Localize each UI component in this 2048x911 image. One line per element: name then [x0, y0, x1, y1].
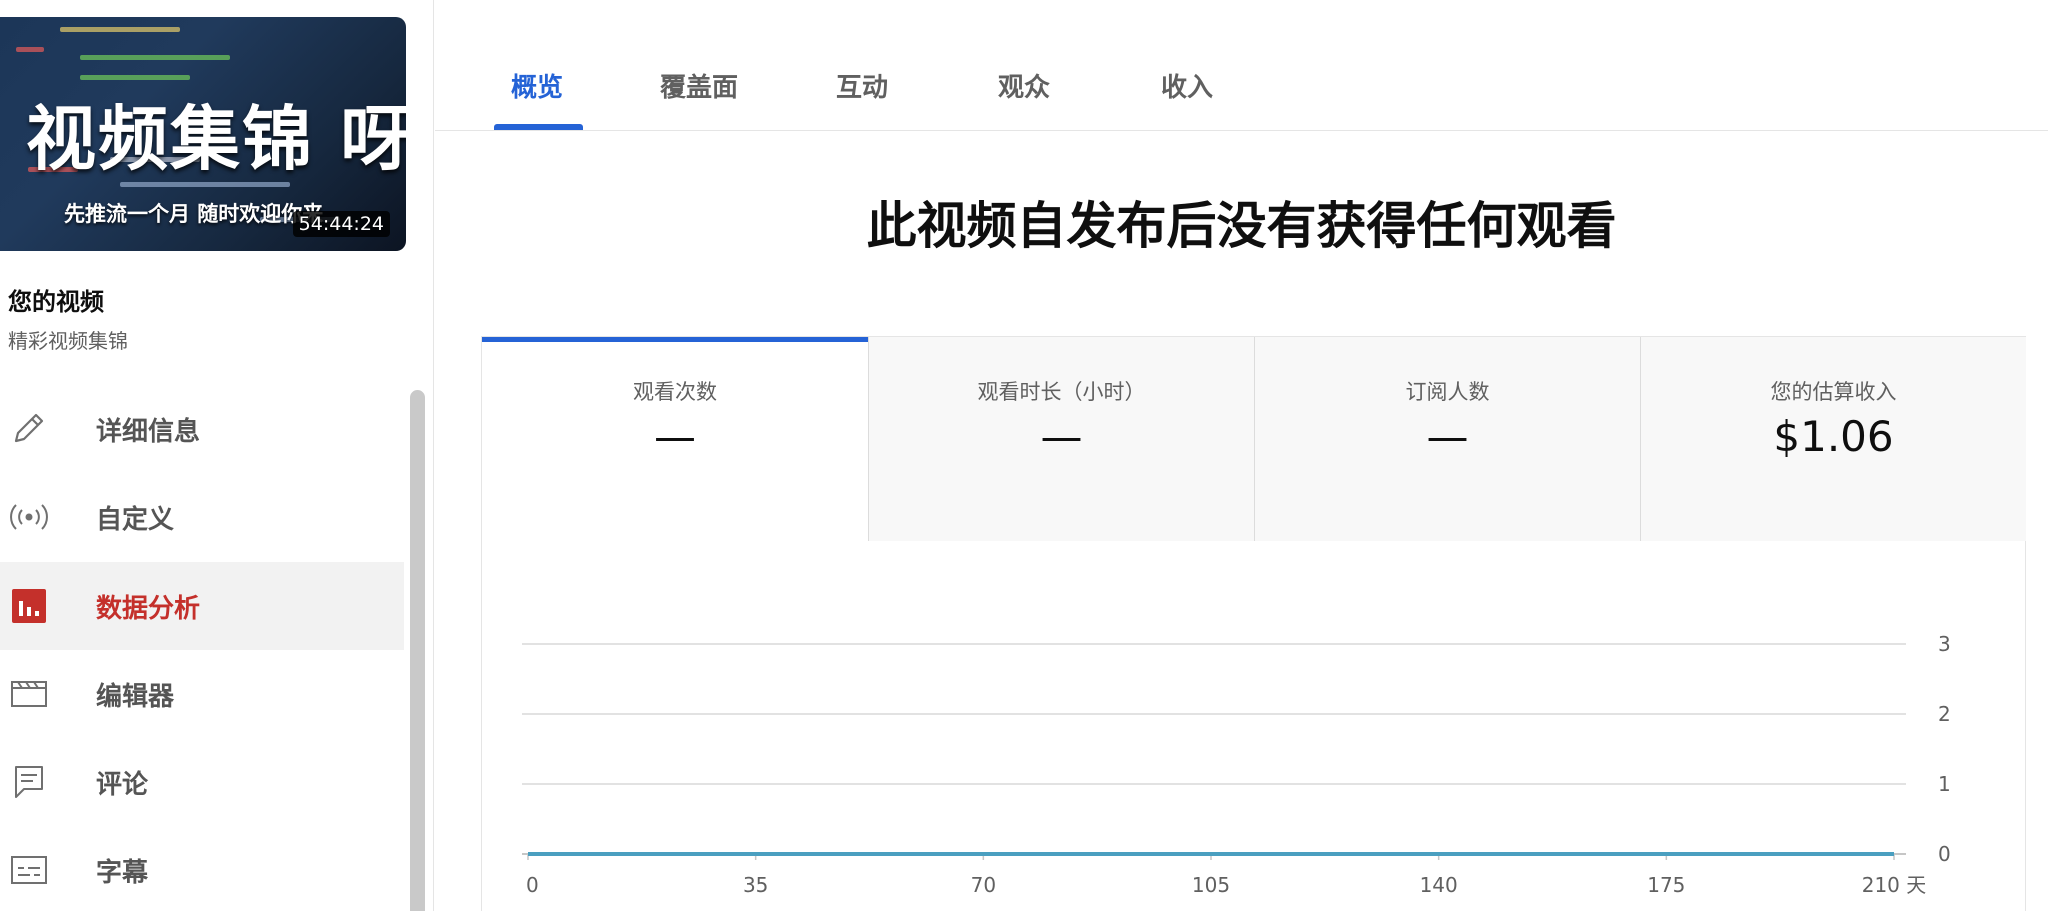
x-tick-label: 175	[1647, 873, 1685, 897]
x-tick-label: 140	[1420, 873, 1458, 897]
comment-icon	[10, 764, 48, 800]
metric-card-views[interactable]: 观看次数 —	[482, 337, 868, 541]
sidebar-item-label: 评论	[96, 770, 149, 800]
metric-value: $1.06	[1773, 412, 1894, 461]
clapperboard-icon	[10, 676, 48, 712]
page-heading: 此视频自发布后没有获得任何观看	[866, 197, 1617, 255]
x-tick-label: 105	[1192, 873, 1230, 897]
sidebar-item-comments[interactable]: 评论	[0, 738, 404, 826]
y-tick-label: 1	[1938, 772, 1951, 796]
sidebar-item-label: 编辑器	[96, 682, 175, 712]
pencil-icon	[10, 411, 48, 447]
analytics-icon	[10, 588, 48, 624]
sidebar-item-label: 数据分析	[96, 594, 201, 624]
x-tick-label: 35	[743, 873, 768, 897]
tab-reach[interactable]: 覆盖面	[660, 67, 738, 104]
metric-value: —	[1426, 412, 1469, 461]
video-thumbnail[interactable]: 视频集锦 呀 先推流一个月 随时欢迎你来 54:44:24	[0, 17, 406, 251]
metric-card-estimated-revenue[interactable]: 您的估算收入 $1.06	[1640, 337, 2026, 541]
metric-card-subscribers[interactable]: 订阅人数 —	[1254, 337, 1640, 541]
tab-overview[interactable]: 概览	[511, 67, 563, 104]
video-duration: 54:44:24	[292, 211, 390, 237]
thumbnail-subtitle-text: 先推流一个月 随时欢迎你来	[64, 202, 324, 226]
your-video-title: 您的视频	[8, 288, 104, 316]
y-tick-label: 2	[1938, 702, 1951, 726]
sidebar-item-analytics[interactable]: 数据分析	[0, 562, 404, 650]
tab-bar: 概览 覆盖面 互动 观众 收入	[435, 0, 2048, 131]
sidebar-item-label: 自定义	[96, 505, 175, 535]
sidebar-item-editor[interactable]: 编辑器	[0, 650, 404, 738]
x-tick-label: 0	[526, 873, 539, 897]
tab-active-indicator	[494, 124, 583, 130]
metric-value: —	[654, 412, 696, 461]
sidebar-scrollbar[interactable]	[410, 390, 425, 911]
x-tick-label: 210 天	[1862, 873, 1927, 897]
chart-svg: 0 1 2 3 0 35 70 105 140 175 210 天	[522, 632, 1951, 897]
metric-value: —	[1040, 412, 1083, 461]
your-video-subtitle: 精彩视频集锦	[8, 329, 128, 353]
metrics-row: 观看次数 — 观看时长（小时） — 订阅人数 — 您的估算收入 $1.06	[481, 336, 2026, 541]
metric-card-watch-time[interactable]: 观看时长（小时） —	[868, 337, 1254, 541]
sidebar-item-label: 详细信息	[96, 417, 201, 447]
metric-label: 观看时长（小时）	[977, 380, 1146, 404]
sidebar-item-details[interactable]: 详细信息	[0, 385, 404, 473]
x-tick-label: 70	[971, 873, 996, 897]
thumbnail-title-text: 视频集锦 呀	[26, 98, 406, 180]
metric-label: 观看次数	[633, 380, 717, 404]
views-chart: 0 1 2 3 0 35 70 105 140 175 210 天	[481, 541, 2026, 911]
main-content: 概览 覆盖面 互动 观众 收入 此视频自发布后没有获得任何观看 观看次数 — 观…	[435, 0, 2048, 911]
metric-label: 您的估算收入	[1770, 380, 1897, 404]
y-tick-label: 3	[1938, 632, 1951, 656]
broadcast-icon	[10, 499, 48, 535]
sidebar-item-label: 字幕	[96, 858, 149, 888]
tab-engagement[interactable]: 互动	[836, 67, 888, 104]
subtitles-icon	[10, 852, 48, 888]
y-tick-label: 0	[1938, 842, 1951, 866]
sidebar-item-subtitles[interactable]: 字幕	[0, 826, 404, 911]
sidebar-item-customize[interactable]: 自定义	[0, 473, 404, 561]
tab-audience[interactable]: 观众	[998, 67, 1050, 104]
sidebar: 视频集锦 呀 先推流一个月 随时欢迎你来 54:44:24 您的视频 精彩视频集…	[0, 0, 434, 911]
metric-label: 订阅人数	[1405, 380, 1490, 404]
tab-revenue[interactable]: 收入	[1161, 67, 1213, 104]
